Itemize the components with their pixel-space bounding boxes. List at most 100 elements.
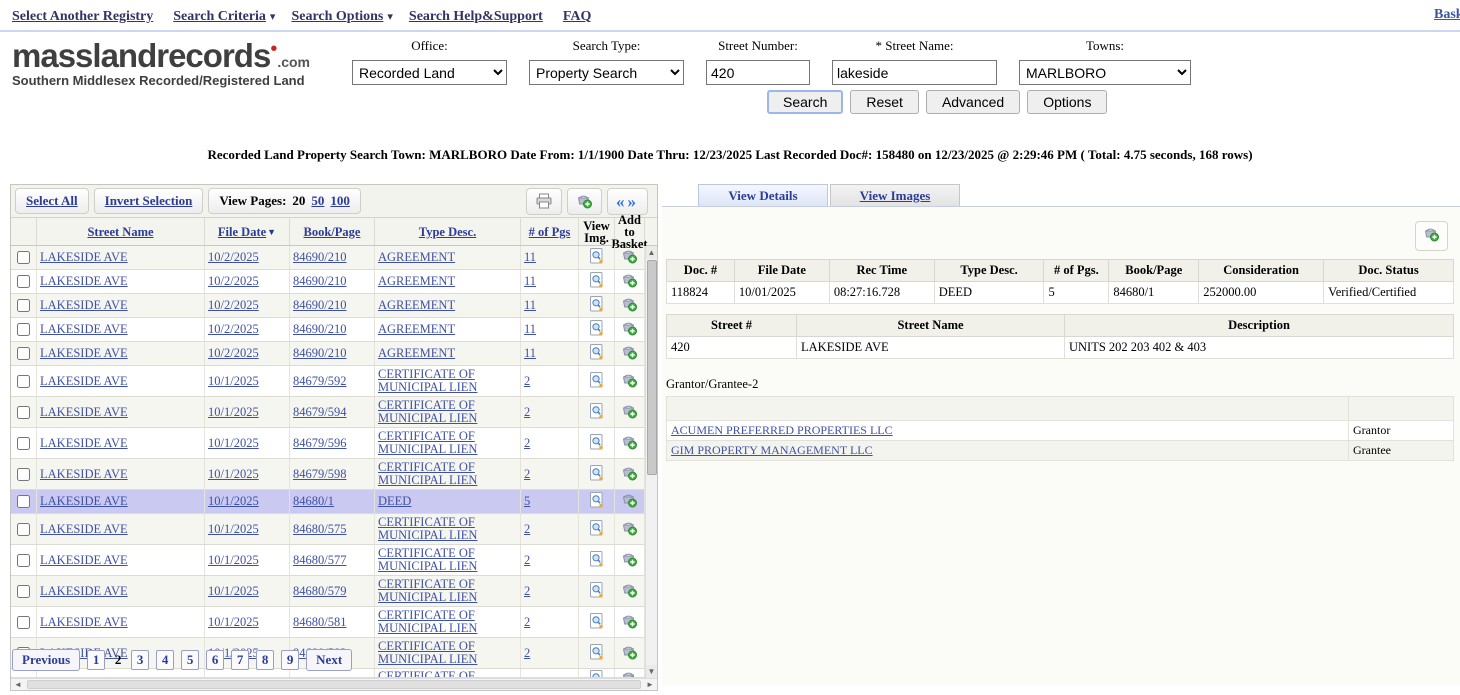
previous-page-button[interactable]: Previous	[12, 649, 80, 671]
street-link[interactable]: LAKESIDE AVE	[40, 299, 128, 312]
scroll-left-icon[interactable]: ◄	[11, 679, 25, 691]
scroll-up-icon[interactable]: ▲	[646, 246, 657, 259]
pagination-page-button[interactable]: 3	[131, 650, 149, 670]
street-link[interactable]: LAKESIDE AVE	[40, 406, 128, 419]
file-date-link[interactable]: 10/2/2025	[208, 323, 259, 336]
horizontal-scrollbar[interactable]: ◄ ►	[11, 678, 657, 690]
add-to-basket-icon[interactable]	[621, 551, 638, 570]
type-desc-link[interactable]: AGREEMENT	[378, 323, 455, 336]
view-image-icon[interactable]	[589, 296, 604, 315]
advanced-button[interactable]: Advanced	[926, 90, 1020, 114]
pagination-page-button[interactable]: 8	[256, 650, 274, 670]
row-checkbox[interactable]	[17, 347, 30, 360]
add-to-basket-icon[interactable]	[621, 296, 638, 315]
view-image-icon[interactable]	[589, 551, 604, 570]
add-to-basket-icon[interactable]	[621, 465, 638, 484]
type-desc-link[interactable]: CERTIFICATE OF MUNICIPAL LIEN	[378, 430, 517, 456]
page-size-50[interactable]: 50	[311, 193, 324, 208]
add-to-basket-icon[interactable]	[621, 320, 638, 339]
file-date-link[interactable]: 10/2/2025	[208, 275, 259, 288]
type-desc-link[interactable]: AGREEMENT	[378, 347, 455, 360]
reset-button[interactable]: Reset	[850, 90, 919, 114]
table-row[interactable]: LAKESIDE AVE 10/1/2025 84680/579 CERTIFI…	[11, 576, 645, 607]
col-type-desc[interactable]: Type Desc.	[419, 226, 476, 238]
table-row[interactable]: LAKESIDE AVE 10/1/2025 84679/598 CERTIFI…	[11, 459, 645, 490]
pagination-page-button[interactable]: 5	[181, 650, 199, 670]
type-desc-link[interactable]: DEED	[378, 495, 411, 508]
table-row[interactable]: LAKESIDE AVE 10/1/2025 84680/1 DEED 5	[11, 490, 645, 514]
view-image-icon[interactable]	[589, 272, 604, 291]
view-image-icon[interactable]	[589, 344, 604, 363]
nav-search-criteria[interactable]: Search Criteria	[173, 9, 266, 24]
row-checkbox[interactable]	[17, 523, 30, 536]
col-num-pages[interactable]: # of Pgs	[529, 226, 571, 238]
row-checkbox[interactable]	[17, 299, 30, 312]
type-desc-link[interactable]: CERTIFICATE OF MUNICIPAL LIEN	[378, 516, 517, 542]
pages-link[interactable]: 11	[524, 347, 536, 360]
table-row[interactable]: LAKESIDE AVE 10/2/2025 84690/210 AGREEME…	[11, 294, 645, 318]
table-row[interactable]: LAKESIDE AVE 10/2/2025 84690/210 AGREEME…	[11, 270, 645, 294]
type-desc-link[interactable]: CERTIFICATE OF MUNICIPAL LIEN	[378, 368, 517, 394]
street-link[interactable]: LAKESIDE AVE	[40, 323, 128, 336]
row-checkbox[interactable]	[17, 406, 30, 419]
invert-selection-button[interactable]: Invert Selection	[105, 193, 193, 208]
col-street-name[interactable]: Street Name	[87, 226, 153, 238]
details-add-to-basket-button[interactable]	[1415, 221, 1448, 251]
file-date-link[interactable]: 10/1/2025	[208, 585, 259, 598]
search-type-select[interactable]: Property Search	[529, 60, 684, 85]
add-to-basket-icon[interactable]	[621, 582, 638, 601]
add-to-basket-icon[interactable]	[621, 344, 638, 363]
pagination-page-button[interactable]: 4	[156, 650, 174, 670]
pages-link[interactable]: 2	[524, 468, 530, 481]
type-desc-link[interactable]: CERTIFICATE OF MUNICIPAL LIEN	[378, 670, 517, 678]
previous-pages-icon[interactable]: «	[616, 193, 628, 210]
add-to-basket-icon[interactable]	[621, 670, 638, 678]
col-book-page[interactable]: Book/Page	[304, 226, 361, 238]
horizontal-scroll-thumb[interactable]	[27, 680, 641, 689]
row-checkbox[interactable]	[17, 585, 30, 598]
file-date-link[interactable]: 10/1/2025	[208, 554, 259, 567]
book-page-link[interactable]: 84690/210	[293, 299, 346, 312]
nav-search-options[interactable]: Search Options	[291, 9, 383, 24]
file-date-link[interactable]: 10/1/2025	[208, 616, 259, 629]
row-checkbox[interactable]	[17, 468, 30, 481]
street-link[interactable]: LAKESIDE AVE	[40, 437, 128, 450]
view-image-icon[interactable]	[589, 465, 604, 484]
file-date-link[interactable]: 10/1/2025	[208, 468, 259, 481]
file-date-link[interactable]: 10/1/2025	[208, 406, 259, 419]
tab-view-details[interactable]: View Details	[698, 184, 828, 206]
view-image-icon[interactable]	[589, 644, 604, 663]
street-link[interactable]: LAKESIDE AVE	[40, 616, 128, 629]
file-date-link[interactable]: 10/1/2025	[208, 523, 259, 536]
view-image-icon[interactable]	[589, 403, 604, 422]
pages-link[interactable]: 11	[524, 299, 536, 312]
add-to-basket-icon[interactable]	[621, 492, 638, 511]
options-button[interactable]: Options	[1027, 90, 1107, 114]
file-date-link[interactable]: 10/1/2025	[208, 495, 259, 508]
page-size-100[interactable]: 100	[330, 193, 350, 208]
street-link[interactable]: LAKESIDE AVE	[40, 275, 128, 288]
pages-link[interactable]: 2	[524, 437, 530, 450]
grantee-name-link[interactable]: GIM PROPERTY MANAGEMENT LLC	[671, 443, 873, 457]
view-image-icon[interactable]	[589, 320, 604, 339]
add-to-basket-icon[interactable]	[621, 434, 638, 453]
nav-basket[interactable]: Basket	[1434, 7, 1460, 23]
row-checkbox[interactable]	[17, 251, 30, 264]
book-page-link[interactable]: 84680/581	[293, 616, 346, 629]
pages-link[interactable]: 2	[524, 616, 530, 629]
view-image-icon[interactable]	[589, 434, 604, 453]
type-desc-link[interactable]: CERTIFICATE OF MUNICIPAL LIEN	[378, 640, 517, 666]
street-link[interactable]: LAKESIDE AVE	[40, 554, 128, 567]
book-page-link[interactable]: 84690/210	[293, 347, 346, 360]
add-to-basket-icon[interactable]	[621, 272, 638, 291]
street-link[interactable]: LAKESIDE AVE	[40, 495, 128, 508]
street-link[interactable]: LAKESIDE AVE	[40, 251, 128, 264]
view-image-icon[interactable]	[589, 492, 604, 511]
book-page-link[interactable]: 84690/210	[293, 275, 346, 288]
pages-link[interactable]: 11	[524, 251, 536, 264]
book-page-link[interactable]: 84680/1	[293, 495, 334, 508]
add-to-basket-icon[interactable]	[621, 248, 638, 267]
pages-link[interactable]: 11	[524, 275, 536, 288]
row-checkbox[interactable]	[17, 375, 30, 388]
row-checkbox[interactable]	[17, 275, 30, 288]
